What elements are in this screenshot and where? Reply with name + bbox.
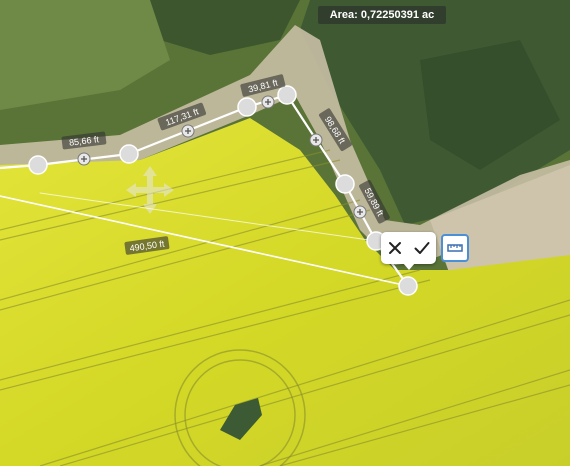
- vertex-handle[interactable]: [335, 174, 355, 194]
- vertex-handle[interactable]: [119, 144, 139, 164]
- confirm-button[interactable]: [411, 235, 433, 261]
- popup-caret: [403, 263, 415, 270]
- vertex-handle[interactable]: [28, 155, 48, 175]
- edit-popup: [381, 232, 436, 270]
- vertex-handle[interactable]: [398, 276, 418, 296]
- vertex-handle[interactable]: [237, 97, 257, 117]
- vertex-handle[interactable]: [277, 85, 297, 105]
- cancel-button[interactable]: [384, 235, 406, 261]
- ruler-icon: [447, 244, 463, 252]
- add-point-icon[interactable]: [77, 152, 91, 166]
- area-readout: Area: 0,72250391 ac: [318, 6, 446, 24]
- add-point-icon[interactable]: [181, 124, 195, 138]
- check-icon: [414, 242, 430, 254]
- add-point-icon[interactable]: [309, 133, 323, 147]
- add-point-icon[interactable]: [353, 205, 367, 219]
- satellite-map[interactable]: 85,66 ft 117,31 ft 39,81 ft 98,68 ft 59,…: [0, 0, 570, 466]
- ruler-button[interactable]: [441, 234, 469, 262]
- add-point-icon[interactable]: [261, 95, 275, 109]
- close-icon: [388, 242, 401, 254]
